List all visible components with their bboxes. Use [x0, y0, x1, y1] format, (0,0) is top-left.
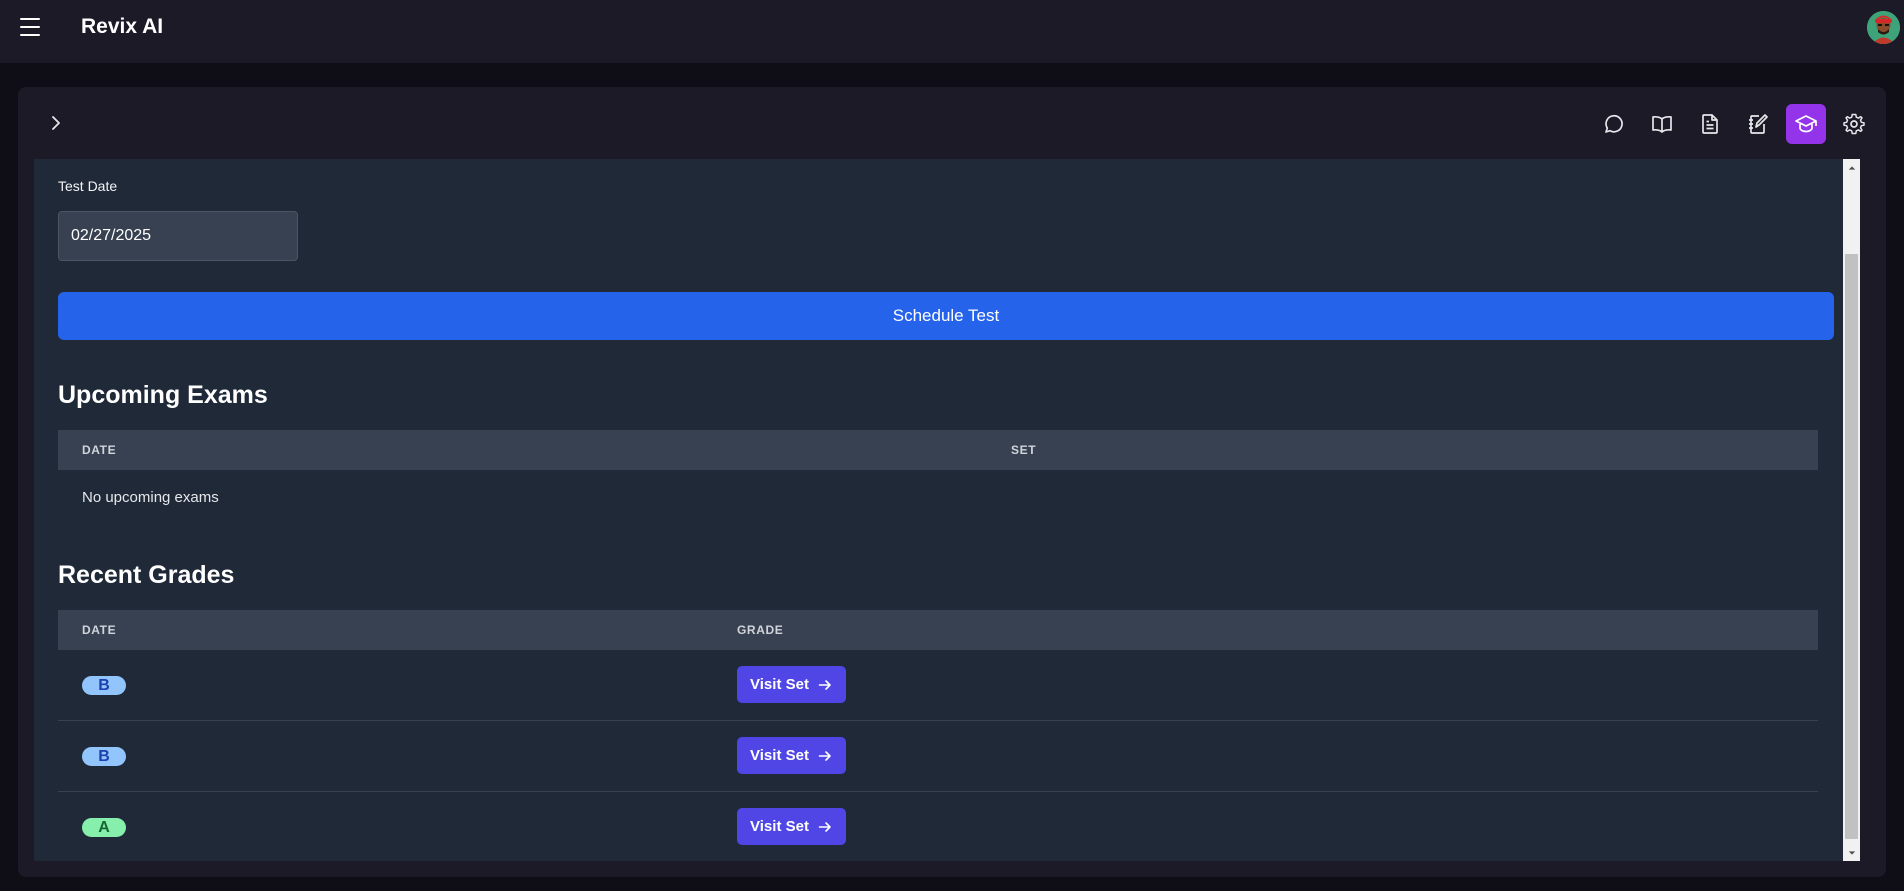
avatar[interactable]	[1867, 11, 1900, 44]
table-row: B Visit Set	[58, 650, 1818, 721]
arrow-right-icon	[818, 750, 831, 761]
table-row: B Visit Set	[58, 721, 1818, 792]
grade-badge: B	[82, 747, 126, 766]
notebook-icon[interactable]	[1738, 104, 1778, 144]
no-upcoming-exams-text: No upcoming exams	[82, 489, 219, 506]
vertical-scrollbar[interactable]	[1843, 159, 1860, 861]
column-set: SET	[1011, 443, 1037, 457]
test-date-label: Test Date	[58, 178, 118, 194]
visit-set-label: Visit Set	[750, 818, 809, 835]
scroll-up-arrow-icon[interactable]	[1843, 159, 1860, 176]
toolbar	[1586, 104, 1886, 144]
recent-grades-title: Recent Grades	[58, 561, 235, 589]
arrow-right-icon	[818, 679, 831, 690]
schedule-test-button[interactable]: Schedule Test	[58, 292, 1834, 340]
grade-badge: A	[82, 818, 126, 837]
graduation-cap-icon[interactable]	[1786, 104, 1826, 144]
gear-icon[interactable]	[1834, 104, 1874, 144]
menu-icon[interactable]	[20, 18, 40, 36]
visit-set-button[interactable]: Visit Set	[737, 666, 846, 703]
arrow-right-icon	[818, 821, 831, 832]
visit-set-label: Visit Set	[750, 676, 809, 693]
main-panel: Test Date Schedule Test Upcoming Exams D…	[18, 87, 1886, 877]
visit-set-button[interactable]: Visit Set	[737, 737, 846, 774]
table-row: A Visit Set	[58, 792, 1818, 861]
visit-set-button[interactable]: Visit Set	[737, 808, 846, 845]
test-date-input[interactable]	[58, 211, 298, 261]
column-grade: GRADE	[737, 623, 784, 637]
book-open-icon[interactable]	[1642, 104, 1682, 144]
upcoming-exams-title: Upcoming Exams	[58, 381, 268, 409]
document-icon[interactable]	[1690, 104, 1730, 144]
chevron-right-icon[interactable]	[46, 113, 66, 133]
content-area: Test Date Schedule Test Upcoming Exams D…	[34, 159, 1860, 861]
recent-grades-table-header: DATE GRADE	[58, 610, 1818, 650]
scroll-down-arrow-icon[interactable]	[1843, 844, 1860, 861]
top-bar: Revix AI	[0, 0, 1904, 63]
visit-set-label: Visit Set	[750, 747, 809, 764]
grade-badge: B	[82, 676, 126, 695]
column-date: DATE	[82, 443, 117, 457]
scrollbar-thumb[interactable]	[1845, 254, 1858, 839]
app-title: Revix AI	[81, 15, 164, 38]
column-date: DATE	[82, 623, 117, 637]
upcoming-exams-table-header: DATE SET	[58, 430, 1818, 470]
chat-icon[interactable]	[1594, 104, 1634, 144]
